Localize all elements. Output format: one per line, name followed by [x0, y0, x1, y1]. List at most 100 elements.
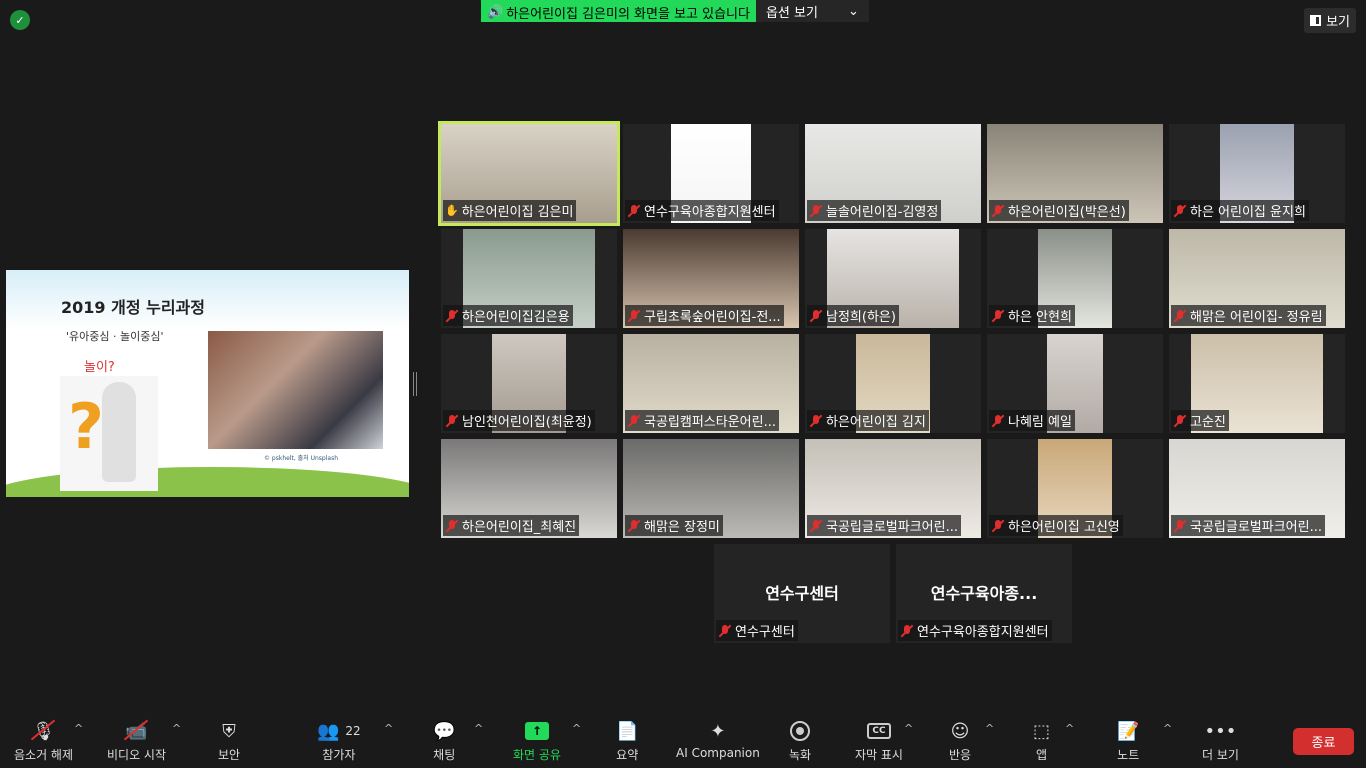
participants-options-caret[interactable]: ^	[384, 722, 393, 735]
more-dots-icon: •••	[1204, 720, 1237, 742]
more-label: 더 보기	[1202, 748, 1239, 762]
share-screen-button[interactable]: ↑ 화면 공유	[513, 718, 561, 763]
participant-name-label: 고순진	[1171, 410, 1229, 431]
participants-button[interactable]: 👥 22 참가자	[317, 718, 361, 763]
participant-tile[interactable]: 하은어린이집 김지	[805, 334, 981, 433]
participant-name: 하은 안현희	[1008, 310, 1072, 325]
participant-tile[interactable]: 하은어린이집(박은선)	[987, 124, 1163, 223]
participant-tile[interactable]: 국공립캠퍼스타운어린...	[623, 334, 799, 433]
participant-name: 국공립글로벌파크어린...	[826, 520, 958, 535]
end-meeting-button[interactable]: 종료	[1293, 728, 1354, 755]
mic-muted-icon	[991, 204, 1005, 218]
mic-muted-icon	[1173, 309, 1187, 323]
participant-name: 연수구센터	[735, 625, 795, 640]
slide-subtitle: '유아중심 · 놀이중심'	[66, 330, 164, 343]
participant-name: 하은어린이집 김은미	[461, 205, 574, 220]
shield-icon: ⛨	[222, 720, 236, 742]
participant-name-label: 남정희(하은)	[807, 305, 899, 326]
captions-label: 자막 표시	[855, 748, 903, 762]
participant-name-label: 늘솔어린이집-김영정	[807, 200, 942, 221]
reactions-button[interactable]: ☺ 반응	[949, 718, 971, 763]
more-button[interactable]: ••• 더 보기	[1202, 718, 1239, 763]
participant-tile[interactable]: 해맑은 어린이집- 정유림	[1169, 229, 1345, 328]
banner-text: 하은어린이집 김은미의 화면을 보고 있습니다	[506, 7, 750, 22]
notes-icon: 📝	[1117, 720, 1140, 742]
notes-button[interactable]: 📝 노트	[1117, 718, 1139, 763]
apps-options-caret[interactable]: ^	[1065, 722, 1074, 735]
start-video-button[interactable]: 📹 비디오 시작	[107, 718, 166, 763]
mic-muted-icon	[991, 309, 1005, 323]
audio-options-caret[interactable]: ^	[74, 722, 83, 735]
participant-name-label: 연수구육아종합지원센터	[898, 620, 1052, 641]
participant-name: 해맑은 장정미	[644, 520, 720, 535]
participant-tile[interactable]: 해맑은 장정미	[623, 439, 799, 538]
participant-tile[interactable]: 늘솔어린이집-김영정	[805, 124, 981, 223]
participant-tile[interactable]: 연수구육아종합지원센터	[623, 124, 799, 223]
participant-tile[interactable]: 고순진	[1169, 334, 1345, 433]
start-video-label: 비디오 시작	[107, 748, 167, 762]
share-arrow-icon: ↑	[524, 718, 549, 744]
apps-button[interactable]: ⬚ 앱	[1033, 718, 1050, 763]
share-options-caret[interactable]: ^	[572, 722, 581, 735]
view-options-label: 옵션 보기	[765, 5, 818, 21]
shared-screen[interactable]: 2019 개정 누리과정 '유아중심 · 놀이중심' 놀이? ? © pskhe…	[6, 270, 409, 497]
video-options-caret[interactable]: ^	[172, 722, 181, 735]
chat-label: 채팅	[433, 748, 456, 762]
participant-tile[interactable]: 남정희(하은)	[805, 229, 981, 328]
mic-muted-icon	[445, 519, 459, 533]
participant-name-label: ✋ 하은어린이집 김은미	[443, 200, 577, 221]
mic-muted-icon	[1173, 414, 1187, 428]
chat-options-caret[interactable]: ^	[474, 722, 483, 735]
participant-name-label: 하은어린이집 고신영	[989, 515, 1123, 536]
record-button[interactable]: 녹화	[789, 718, 811, 763]
security-button[interactable]: ⛨ 보안	[218, 718, 240, 763]
participant-tile[interactable]: 하은 어린이집 윤지희	[1169, 124, 1345, 223]
participant-tile[interactable]: 하은어린이집_최혜진	[441, 439, 617, 538]
participant-display-name: 연수구육아종...	[930, 584, 1038, 603]
view-options-button[interactable]: 옵션 보기 ⌄	[755, 0, 869, 22]
unmute-button[interactable]: 🎙 음소거 해제	[14, 718, 73, 763]
ai-companion-button[interactable]: ✦ AI Companion	[676, 718, 760, 761]
participant-name-label: 하은 안현희	[989, 305, 1075, 326]
participant-tile[interactable]: 하은 안현희	[987, 229, 1163, 328]
slide-question: 놀이?	[84, 360, 115, 375]
captions-button[interactable]: CC 자막 표시	[855, 718, 903, 763]
chat-button[interactable]: 💬 채팅	[433, 718, 455, 763]
splitter-handle[interactable]	[413, 372, 417, 396]
summary-button[interactable]: 📄 요약	[616, 718, 638, 763]
participant-tile[interactable]: 국공립글로벌파크어린...	[805, 439, 981, 538]
reactions-label: 반응	[949, 748, 972, 762]
participant-tile[interactable]: ✋ 하은어린이집 김은미	[438, 121, 620, 226]
participants-label: 참가자	[322, 748, 356, 762]
mic-muted-icon	[900, 624, 914, 638]
participant-name-label: 하은 어린이집 윤지희	[1171, 200, 1309, 221]
encryption-shield-icon[interactable]: ✓	[10, 10, 30, 30]
notes-options-caret[interactable]: ^	[1163, 722, 1172, 735]
summary-sparkle-icon: 📄	[616, 720, 639, 742]
mic-muted-icon	[1173, 204, 1187, 218]
participant-tile[interactable]: 국공립글로벌파크어린...	[1169, 439, 1345, 538]
participant-name: 하은어린이집_최혜진	[462, 520, 577, 535]
participant-tile[interactable]: 연수구육아종... 연수구육아종합지원센터	[896, 544, 1072, 643]
participant-tile[interactable]: 나혜림 예일	[987, 334, 1163, 433]
participant-tile[interactable]: 하은어린이집김은용	[441, 229, 617, 328]
participant-tile[interactable]: 하은어린이집 고신영	[987, 439, 1163, 538]
participant-name-label: 국공립캠퍼스타운어린...	[625, 410, 779, 431]
reactions-options-caret[interactable]: ^	[985, 722, 994, 735]
participant-name: 국공립캠퍼스타운어린...	[644, 415, 776, 430]
participant-display-name: 연수구센터	[765, 584, 839, 603]
mic-muted-icon	[627, 519, 641, 533]
participant-tile[interactable]: 연수구센터 연수구센터	[714, 544, 890, 643]
participant-tile[interactable]: 구립초록숲어린이집-전...	[623, 229, 799, 328]
thinking-figure	[102, 382, 136, 482]
participant-tile[interactable]: 남인천어린이집(최윤정)	[441, 334, 617, 433]
speaker-icon: 🔊	[487, 5, 504, 20]
participant-name: 연수구육아종합지원센터	[644, 205, 776, 220]
captions-options-caret[interactable]: ^	[904, 722, 913, 735]
participant-name: 하은어린이집 김지	[826, 415, 926, 430]
participant-name-label: 국공립글로벌파크어린...	[807, 515, 961, 536]
participant-name: 고순진	[1190, 415, 1226, 430]
mic-muted-icon	[809, 519, 823, 533]
view-button[interactable]: 보기	[1304, 8, 1356, 33]
participant-name-label: 연수구육아종합지원센터	[625, 200, 779, 221]
